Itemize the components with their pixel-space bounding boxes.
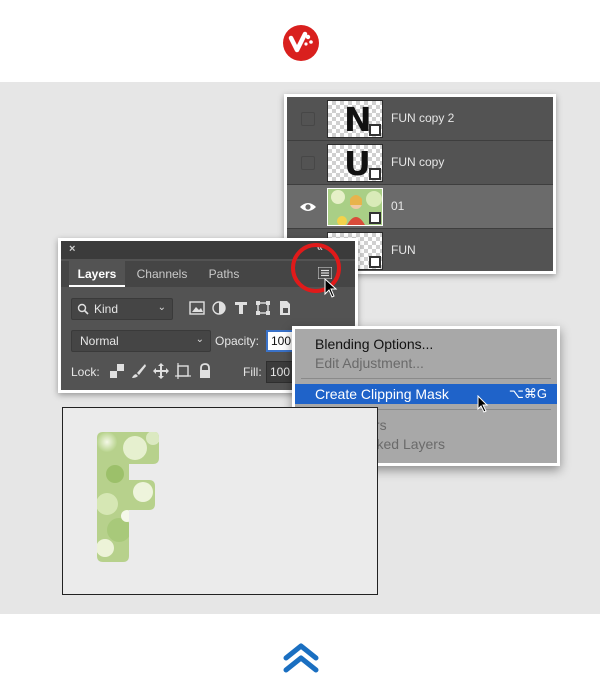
visibility-toggle[interactable] [301,112,315,126]
filter-kind-select[interactable]: Kind ⌄ [71,298,173,320]
mouse-cursor-icon [477,395,489,413]
lock-all-icon[interactable] [197,363,213,379]
menu-item-blending-options[interactable]: Blending Options... [295,334,557,354]
smart-object-badge-icon [369,124,381,136]
tab-channels[interactable]: Channels [129,261,195,287]
thumbnail-letter: U [344,144,371,182]
lock-transparent-pixels-icon[interactable] [109,363,125,379]
layer-thumbnail: U [327,144,383,182]
layer-thumbnail: N [327,100,383,138]
header-band [0,0,600,82]
blend-mode-label: Normal [80,334,119,348]
visibility-toggle[interactable] [301,156,315,170]
filter-kind-label: Kind [94,302,119,316]
double-chevron-up-icon[interactable] [282,642,320,674]
artboard-icon[interactable] [175,363,191,379]
smart-object-badge-icon [369,212,381,224]
move-icon[interactable] [153,363,169,379]
image-filter-icon[interactable] [189,300,205,316]
chevron-down-icon: ⌄ [195,334,204,345]
layer-name: FUN copy 2 [391,111,455,125]
layer-name: 01 [391,199,405,213]
opacity-label: Opacity: [215,334,260,348]
layer-name: FUN [391,243,416,257]
layer-name: FUN copy [391,155,445,169]
brush-icon[interactable] [131,363,147,379]
close-icon[interactable]: × [69,243,75,255]
menu-item-create-clipping-mask[interactable]: Create Clipping Mask ⌥⌘G [295,384,557,404]
layer-row[interactable]: 01 [287,185,553,229]
clipped-letter-f: F [97,432,159,562]
tab-layers[interactable]: Layers [69,261,125,287]
smart-object-filter-icon[interactable] [277,300,293,316]
type-filter-icon[interactable] [233,300,249,316]
menu-shortcut: ⌥⌘G [508,386,547,401]
document-canvas: F [62,407,378,595]
menu-separator [301,378,551,379]
lock-label: Lock: [71,365,100,379]
adjustment-filter-icon[interactable] [211,300,227,316]
smart-object-badge-icon [369,256,381,268]
menu-item-edit-adjustment: Edit Adjustment... [315,355,424,371]
menu-item-label: Create Clipping Mask [315,386,449,402]
eye-icon[interactable] [299,201,317,213]
mouse-cursor-icon [324,278,338,298]
layer-row[interactable]: N FUN copy 2 [287,97,553,141]
shape-filter-icon[interactable] [255,300,271,316]
chevron-down-icon: ⌄ [157,302,166,313]
layer-row[interactable]: U FUN copy [287,141,553,185]
fill-label: Fill: [243,365,262,379]
tab-paths[interactable]: Paths [199,261,249,287]
smart-object-badge-icon [369,168,381,180]
layer-thumbnail [327,188,383,226]
blend-mode-select[interactable]: Normal ⌄ [71,330,211,352]
brand-logo-icon [283,25,319,61]
search-icon [77,303,89,315]
thumbnail-letter: N [344,100,372,138]
